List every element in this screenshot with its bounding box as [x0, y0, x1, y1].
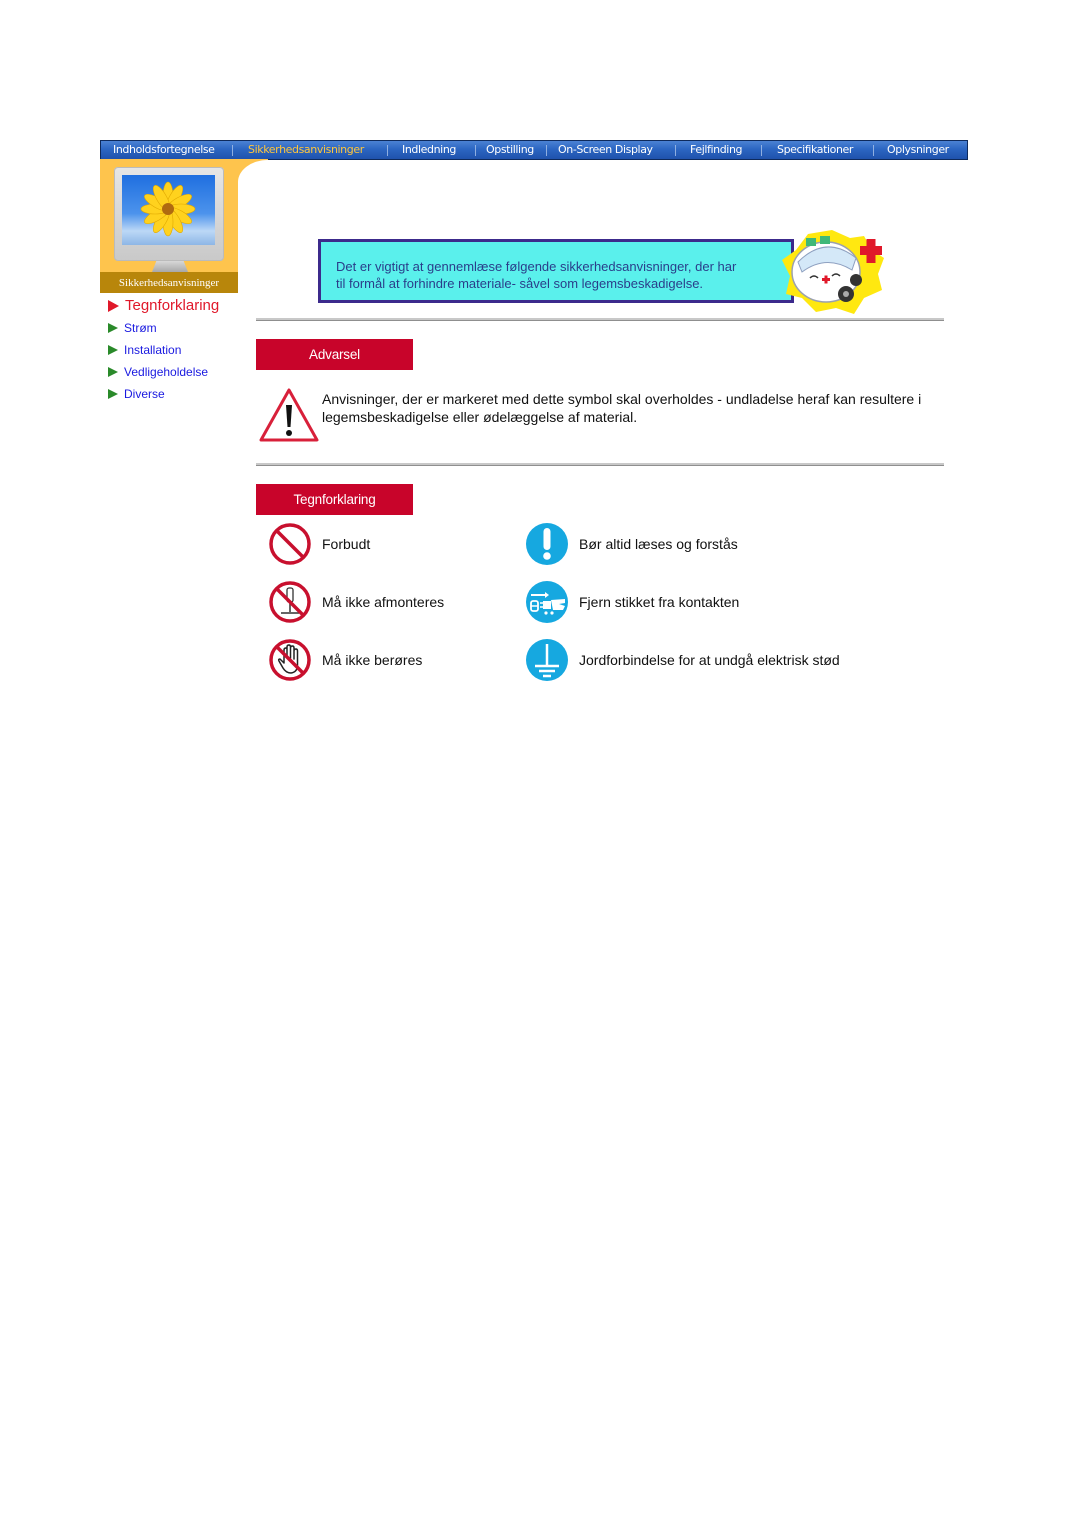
nav-separator	[387, 145, 388, 156]
sunflower-icon	[140, 181, 196, 237]
ground-icon	[526, 639, 568, 681]
sidebar-item-label: Installation	[124, 343, 182, 357]
warning-heading: Advarsel	[309, 347, 360, 362]
warning-description: Anvisninger, der er markeret med dette s…	[322, 391, 922, 425]
ambulance-icon	[782, 230, 884, 314]
unplug-icon	[526, 581, 568, 623]
no-touch-icon	[269, 639, 311, 681]
nav-item-specifikationer[interactable]: Specifikationer	[777, 143, 853, 156]
monitor-screen	[122, 175, 215, 245]
nav-separator	[675, 145, 676, 156]
legend-item-no-disassembly: Må ikke afmonteres	[268, 580, 444, 624]
sidebar-item-label: Tegnforklaring	[125, 297, 220, 314]
nav-item-fejlfinding[interactable]: Fejlfinding	[690, 143, 743, 156]
section-label: Sikkerhedsanvisninger	[118, 276, 220, 289]
section-divider	[256, 318, 944, 321]
legend-label: Fjern stikket fra kontakten	[579, 594, 740, 610]
legend-heading: Tegnforklaring	[293, 492, 376, 507]
nav-item-indholdsfortegnelse[interactable]: Indholdsfortegnelse	[113, 143, 215, 156]
nav-item-opstilling[interactable]: Opstilling	[486, 143, 534, 156]
sidebar-item-label: Diverse	[124, 387, 165, 401]
nav-separator	[761, 145, 762, 156]
panel-curve	[238, 160, 268, 300]
legend-item-forbudt: Forbudt	[268, 522, 370, 566]
sidebar-item-diverse[interactable]: Diverse	[108, 387, 165, 401]
nav-item-indledning[interactable]: Indledning	[402, 143, 456, 156]
legend-section-header: Tegnforklaring	[256, 484, 413, 515]
sidebar-item-label: Vedligeholdelse	[124, 365, 209, 379]
banner-line-1: Det er vigtigt at gennemlæse følgende si…	[336, 259, 737, 274]
no-disassembly-icon	[269, 581, 311, 623]
sidebar-item-installation[interactable]: Installation	[108, 343, 181, 357]
legend-item-no-touch: Må ikke berøres	[268, 638, 422, 682]
triangle-right-icon	[108, 367, 118, 377]
legend-item-read-understand: Bør altid læses og forstås	[525, 522, 738, 566]
nav-separator	[546, 145, 547, 156]
triangle-right-icon	[108, 299, 119, 312]
nav-separator	[475, 145, 476, 156]
legend-item-unplug: Fjern stikket fra kontakten	[525, 580, 739, 624]
monitor-stand	[152, 261, 188, 272]
legend-label: Jordforbindelse for at undgå elektrisk s…	[579, 652, 840, 668]
intro-banner: Det er vigtigt at gennemlæse følgende si…	[318, 239, 794, 303]
triangle-right-icon	[108, 345, 118, 355]
legend-label: Forbudt	[322, 536, 371, 552]
sidebar-item-tegnforklaring[interactable]: Tegnforklaring	[108, 297, 219, 314]
warning-triangle-icon	[259, 388, 319, 442]
banner-line-2: til formål at forhindre materiale- såvel…	[336, 276, 704, 291]
section-divider	[256, 463, 944, 466]
warning-section-header: Advarsel	[256, 339, 413, 370]
nav-item-sikkerhedsanvisninger[interactable]: Sikkerhedsanvisninger	[248, 143, 364, 156]
sidebar-item-vedligeholdelse[interactable]: Vedligeholdelse	[108, 365, 208, 379]
legend-label: Må ikke afmonteres	[322, 594, 445, 610]
sidebar-item-strom[interactable]: Strøm	[108, 321, 157, 335]
section-label-bar: Sikkerhedsanvisninger	[100, 272, 238, 293]
nav-item-on-screen-display[interactable]: On-Screen Display	[558, 143, 653, 156]
nav-item-oplysninger[interactable]: Oplysninger	[887, 143, 949, 156]
legend-label: Må ikke berøres	[322, 652, 423, 668]
prohibited-icon	[269, 523, 311, 565]
triangle-right-icon	[108, 389, 118, 399]
top-nav-bar: Indholdsfortegnelse Sikkerhedsanvisninge…	[100, 140, 968, 160]
nav-separator	[873, 145, 874, 156]
exclamation-circle-icon	[526, 523, 568, 565]
nav-separator	[232, 145, 233, 156]
sidebar-item-label: Strøm	[124, 321, 157, 335]
triangle-right-icon	[108, 323, 118, 333]
legend-label: Bør altid læses og forstås	[579, 536, 738, 552]
legend-item-ground: Jordforbindelse for at undgå elektrisk s…	[525, 638, 840, 682]
